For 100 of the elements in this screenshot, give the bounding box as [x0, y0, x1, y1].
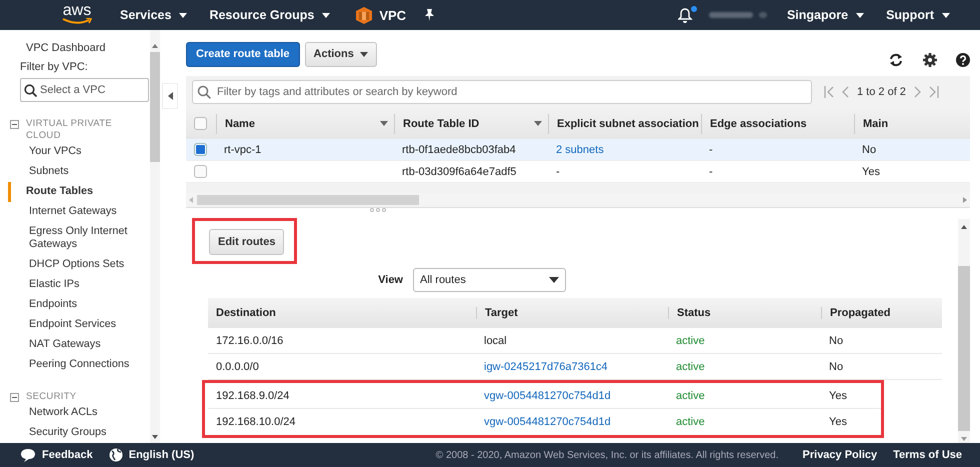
aws-logo[interactable]: aws: [62, 5, 92, 25]
last-page-icon[interactable]: [928, 86, 939, 98]
blurred-account-name[interactable]: [708, 10, 767, 20]
table-cell: -: [709, 166, 713, 178]
table-cell: -: [556, 166, 560, 178]
sidebar-item[interactable]: Egress Only Internet Gateways: [10, 222, 148, 255]
table-cell-text: 172.16.0.0/16: [215, 334, 284, 346]
gateway-link[interactable]: igw-0245217d76a7361c4: [484, 360, 608, 372]
subnets-link[interactable]: 2 subnets: [556, 144, 604, 156]
row-checkbox[interactable]: [194, 143, 207, 156]
help-icon[interactable]: [956, 53, 970, 67]
nav-menu[interactable]: Resource Groups: [209, 8, 330, 22]
view-dropdown[interactable]: All routes: [413, 268, 566, 292]
footer-link[interactable]: Privacy Policy: [802, 449, 878, 461]
column-header[interactable]: Edge associations: [701, 114, 854, 134]
collapse-icon[interactable]: [10, 120, 19, 129]
feedback-link[interactable]: Feedback: [42, 449, 93, 461]
caret-left-icon: [168, 92, 172, 100]
pin-icon[interactable]: [424, 9, 436, 21]
column-header[interactable]: Explicit subnet association: [548, 114, 701, 134]
scroll-down-icon: [961, 437, 967, 441]
column-header[interactable]: Name: [216, 114, 394, 134]
sidebar-item[interactable]: Subnets: [10, 162, 148, 182]
horizontal-scrollbar[interactable]: [186, 193, 970, 207]
select-all-checkbox[interactable]: [194, 117, 207, 130]
table-cell: -: [709, 144, 713, 156]
caret-icon: [856, 12, 864, 18]
scrollbar[interactable]: [958, 219, 970, 443]
table-row[interactable]: rtb-03d309f6a64e7adf5 - - Yes: [186, 161, 970, 183]
status-text: active: [675, 360, 706, 372]
scroll-down-icon: [152, 435, 158, 439]
scrollbar-thumb[interactable]: [197, 195, 419, 205]
status-text: active: [675, 416, 706, 428]
caret-icon: [360, 52, 368, 56]
sidebar-item[interactable]: Security Groups: [10, 423, 148, 443]
sidebar-item[interactable]: Endpoints: [10, 295, 148, 315]
sidebar-link[interactable]: VPC Dashboard: [10, 42, 150, 54]
settings-icon[interactable]: [923, 53, 937, 67]
section-heading: SECURITY: [26, 391, 78, 403]
logo-text: aws: [62, 3, 92, 19]
gateway-link[interactable]: vgw-0054481270c754d1d: [484, 416, 611, 428]
status-text: active: [675, 390, 706, 402]
table-cell-text: Yes: [828, 416, 848, 428]
sidebar-item[interactable]: NAT Gateways: [10, 335, 148, 355]
sidebar-item[interactable]: Internet Gateways: [10, 202, 148, 222]
sidebar-item[interactable]: Endpoint Services: [10, 315, 148, 335]
scroll-up-icon: [961, 225, 967, 229]
bell-icon[interactable]: [678, 8, 693, 22]
create-route-table-button[interactable]: Create route table: [186, 42, 300, 66]
resize-handle-icon[interactable]: [369, 208, 387, 212]
search-icon: [24, 84, 37, 97]
next-page-icon[interactable]: [914, 86, 921, 98]
caret-icon: [322, 12, 330, 18]
language-selector[interactable]: English (US): [128, 449, 194, 461]
column-header: Status: [668, 307, 821, 319]
gateway-link[interactable]: vgw-0054481270c754d1d: [484, 390, 611, 402]
sidebar-item[interactable]: Peering Connections: [10, 355, 148, 375]
filter-label: Filter by VPC:: [19, 61, 89, 73]
table-cell-text: 192.168.9.0/24: [215, 390, 290, 402]
collapse-icon[interactable]: [10, 393, 19, 402]
globe-icon[interactable]: [108, 448, 123, 462]
edit-routes-button[interactable]: Edit routes: [209, 229, 284, 255]
scroll-up-icon: [152, 44, 158, 48]
status-text: active: [675, 334, 706, 346]
table-cell: rtb-03d309f6a64e7adf5: [402, 166, 516, 178]
column-header[interactable]: Main: [854, 114, 970, 134]
scrollbar-thumb[interactable]: [958, 266, 970, 431]
sidebar-item[interactable]: Your VPCs: [10, 142, 148, 162]
region-menu[interactable]: Singapore: [786, 8, 864, 22]
table-row[interactable]: rt-vpc-1 rtb-0f1aede8bcb03fab4 2 subnets - No: [186, 139, 970, 161]
collapse-sidebar-tab[interactable]: [162, 83, 178, 109]
footer-link[interactable]: Terms of Use: [893, 449, 962, 461]
scrollbar[interactable]: [150, 30, 160, 443]
sidebar-item[interactable]: Route Tables: [8, 182, 146, 202]
cube-icon: [356, 6, 372, 24]
column-header: Target: [476, 307, 668, 319]
first-page-icon[interactable]: [824, 86, 834, 98]
scrollbar-thumb[interactable]: [150, 52, 160, 162]
table-cell-text: Yes: [828, 390, 848, 402]
service-name[interactable]: VPC: [379, 8, 406, 22]
nav-menu[interactable]: Services: [120, 8, 188, 22]
table-cell: local: [484, 334, 507, 346]
sidebar-item[interactable]: DHCP Options Sets: [10, 255, 148, 275]
pagination-text: 1 to 2 of 2: [857, 86, 906, 98]
refresh-icon[interactable]: [888, 53, 904, 67]
row-checkbox[interactable]: [194, 165, 207, 178]
column-header[interactable]: Route Table ID: [394, 114, 548, 134]
previous-page-icon[interactable]: [842, 86, 849, 98]
scroll-right-icon: [963, 197, 967, 203]
table-cell-text: 192.168.10.0/24: [215, 416, 297, 428]
sidebar-item[interactable]: Elastic IPs: [10, 275, 148, 295]
sidebar-item[interactable]: Network ACLs: [10, 403, 148, 423]
speech-bubble-icon[interactable]: [20, 448, 36, 462]
vpc-select-field[interactable]: Select a VPC: [20, 78, 149, 102]
table-cell: No: [862, 144, 876, 156]
actions-button[interactable]: Actions: [304, 42, 377, 66]
support-menu[interactable]: Support: [886, 8, 950, 22]
search-icon: [197, 85, 211, 99]
view-label: View: [378, 274, 403, 286]
search-field[interactable]: Filter by tags and attributes or search by keyword: [192, 80, 812, 104]
